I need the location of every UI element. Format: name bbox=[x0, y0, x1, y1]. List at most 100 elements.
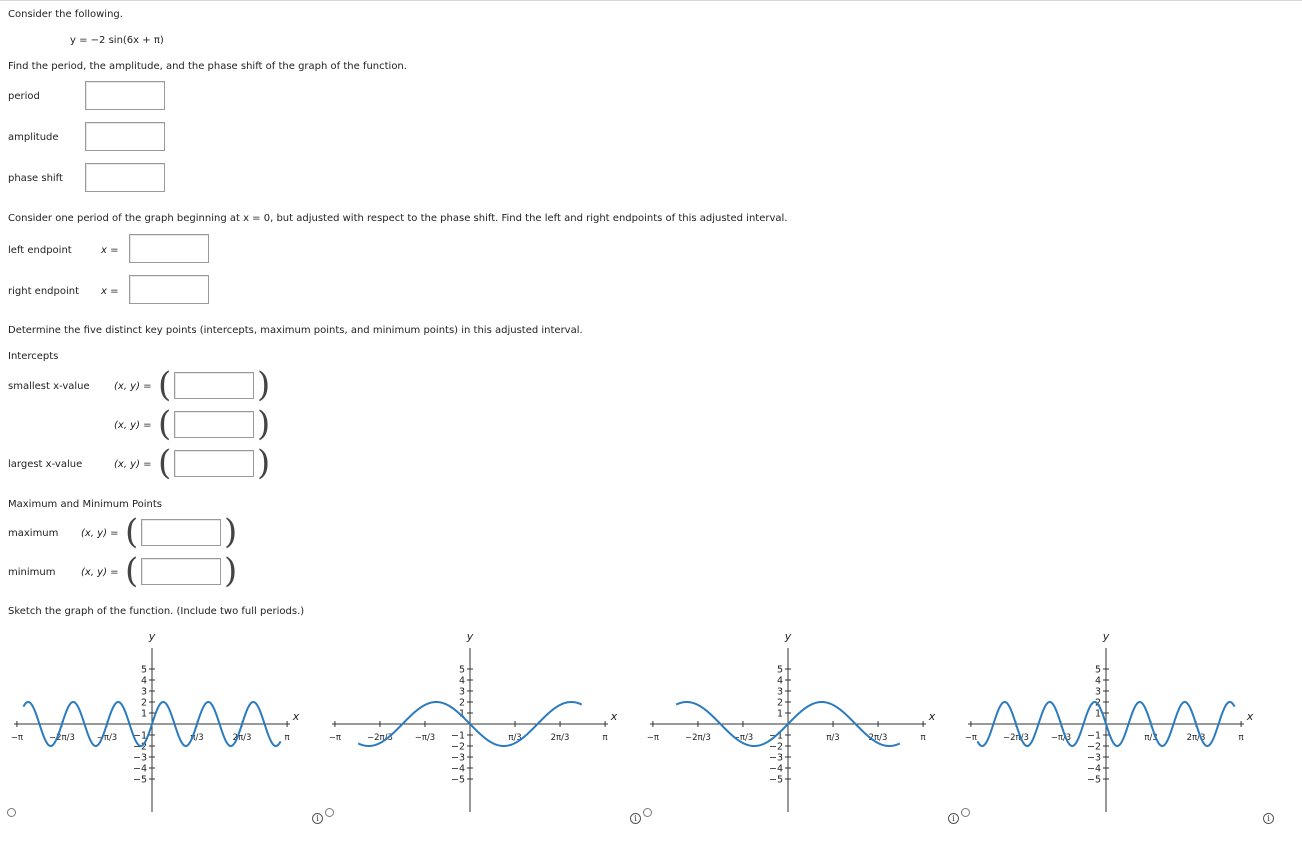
x-tick-label: −π bbox=[647, 733, 659, 743]
question-period-amplitude-phase: Find the period, the amplitude, and the … bbox=[8, 61, 407, 72]
x-tick-label: −π/3 bbox=[415, 733, 436, 743]
graph-option-4-radio[interactable] bbox=[961, 808, 970, 817]
x-tick-label: −2π/3 bbox=[685, 733, 711, 743]
y-tick-label: −1 bbox=[1087, 731, 1101, 742]
info-icon[interactable]: i bbox=[948, 813, 959, 824]
y-tick-label: −4 bbox=[1087, 764, 1101, 775]
y-tick-label: 4 bbox=[1095, 676, 1101, 687]
y-tick-label: 4 bbox=[141, 676, 147, 687]
close-paren: ) bbox=[224, 551, 238, 591]
y-tick-label: 5 bbox=[777, 665, 783, 676]
x-tick-label: π bbox=[285, 733, 290, 743]
info-icon[interactable]: i bbox=[1263, 813, 1274, 824]
close-paren: ) bbox=[257, 443, 271, 483]
period-input[interactable] bbox=[85, 81, 165, 110]
intercept-2-input[interactable] bbox=[174, 411, 254, 438]
close-paren: ) bbox=[257, 365, 271, 405]
open-paren: ( bbox=[125, 512, 139, 552]
right-endpoint-label: right endpoint bbox=[8, 286, 80, 297]
y-tick-label: −3 bbox=[769, 753, 783, 764]
phase-shift-label: phase shift bbox=[8, 173, 63, 184]
x-tick-label: π/3 bbox=[826, 733, 839, 743]
y-tick-label: 3 bbox=[1095, 687, 1101, 698]
x-tick-label: −π bbox=[11, 733, 23, 743]
top-divider bbox=[0, 0, 1302, 1]
y-tick-label: −4 bbox=[769, 764, 783, 775]
info-icon[interactable]: i bbox=[630, 813, 641, 824]
intro-text: Consider the following. bbox=[8, 9, 123, 20]
intercept-3-xy-eq: (x, y) = bbox=[114, 459, 152, 470]
intercept-3-input[interactable] bbox=[174, 450, 254, 477]
y-tick-label: −3 bbox=[451, 753, 465, 764]
graph-option-1-radio[interactable] bbox=[7, 808, 16, 817]
y-tick-label: −5 bbox=[133, 775, 147, 786]
smallest-x-label: smallest x-value bbox=[8, 381, 90, 392]
right-endpoint-input[interactable] bbox=[129, 275, 209, 304]
equation: y = −2 sin(6x + π) bbox=[70, 35, 164, 46]
x-axis-label: x bbox=[610, 710, 618, 723]
y-axis-label: y bbox=[784, 630, 792, 643]
y-tick-label: −3 bbox=[1087, 753, 1101, 764]
x-tick-label: π/3 bbox=[508, 733, 521, 743]
maximum-label: maximum bbox=[8, 528, 59, 539]
left-endpoint-label: left endpoint bbox=[8, 245, 72, 256]
open-paren: ( bbox=[158, 404, 172, 444]
x-axis-label: x bbox=[928, 710, 936, 723]
y-tick-label: 2 bbox=[459, 698, 465, 709]
info-icon[interactable]: i bbox=[312, 813, 323, 824]
y-tick-label: −5 bbox=[451, 775, 465, 786]
y-tick-label: −5 bbox=[769, 775, 783, 786]
x-axis-label: x bbox=[292, 710, 300, 723]
y-tick-label: 4 bbox=[459, 676, 465, 687]
intercept-1-input[interactable] bbox=[174, 372, 254, 399]
x-tick-label: −π bbox=[329, 733, 341, 743]
y-tick-label: −4 bbox=[451, 764, 465, 775]
y-tick-label: 2 bbox=[141, 698, 147, 709]
minimum-label: minimum bbox=[8, 567, 56, 578]
graph-option-3: yx54321−1−2−3−4−5−π −2π/3 −π/3 π/3 2π/3 π bbox=[647, 630, 936, 812]
y-tick-label: −2 bbox=[769, 742, 783, 753]
period-label: period bbox=[8, 91, 40, 102]
graph-option-2: yx54321−1−2−3−4−5−π −2π/3 −π/3 π/3 2π/3 π bbox=[329, 630, 618, 812]
question-endpoints: Consider one period of the graph beginni… bbox=[8, 213, 788, 224]
y-tick-label: −1 bbox=[451, 731, 465, 742]
right-endpoint-x-eq: x = bbox=[101, 286, 119, 297]
sketch-instruction: Sketch the graph of the function. (Inclu… bbox=[8, 606, 305, 617]
intercept-2-xy-eq: (x, y) = bbox=[114, 420, 152, 431]
intercept-1-xy-eq: (x, y) = bbox=[114, 381, 152, 392]
intercepts-heading: Intercepts bbox=[8, 351, 59, 362]
open-paren: ( bbox=[125, 551, 139, 591]
phase-shift-input[interactable] bbox=[85, 163, 165, 192]
y-tick-label: 3 bbox=[141, 687, 147, 698]
y-tick-label: 3 bbox=[777, 687, 783, 698]
amplitude-label: amplitude bbox=[8, 132, 59, 143]
y-tick-label: 4 bbox=[777, 676, 783, 687]
y-tick-label: 2 bbox=[777, 698, 783, 709]
y-tick-label: 5 bbox=[459, 665, 465, 676]
minimum-input[interactable] bbox=[141, 558, 221, 585]
y-axis-label: y bbox=[466, 630, 474, 643]
graph-option-2-radio[interactable] bbox=[325, 808, 334, 817]
y-axis-label: y bbox=[148, 630, 156, 643]
maximum-input[interactable] bbox=[141, 519, 221, 546]
y-tick-label: 1 bbox=[777, 709, 783, 720]
left-endpoint-input[interactable] bbox=[129, 234, 209, 263]
open-paren: ( bbox=[158, 443, 172, 483]
max-min-heading: Maximum and Minimum Points bbox=[8, 499, 163, 510]
close-paren: ) bbox=[224, 512, 238, 552]
y-tick-label: −5 bbox=[1087, 775, 1101, 786]
x-tick-label: π bbox=[1239, 733, 1244, 743]
y-axis-label: y bbox=[1102, 630, 1110, 643]
x-tick-label: −2π/3 bbox=[1003, 733, 1029, 743]
graph-option-1: yx54321−1−2−3−4−5−π −2π/3 −π/3 π/3 2π/3 π bbox=[11, 630, 300, 812]
maximum-xy-eq: (x, y) = bbox=[81, 528, 119, 539]
amplitude-input[interactable] bbox=[85, 122, 165, 151]
x-tick-label: 2π/3 bbox=[551, 733, 570, 743]
close-paren: ) bbox=[257, 404, 271, 444]
y-tick-label: 5 bbox=[1095, 665, 1101, 676]
graph-option-3-radio[interactable] bbox=[643, 808, 652, 817]
minimum-xy-eq: (x, y) = bbox=[81, 567, 119, 578]
y-tick-label: −2 bbox=[1087, 742, 1101, 753]
y-tick-label: −4 bbox=[133, 764, 147, 775]
question-key-points: Determine the five distinct key points (… bbox=[8, 325, 583, 336]
